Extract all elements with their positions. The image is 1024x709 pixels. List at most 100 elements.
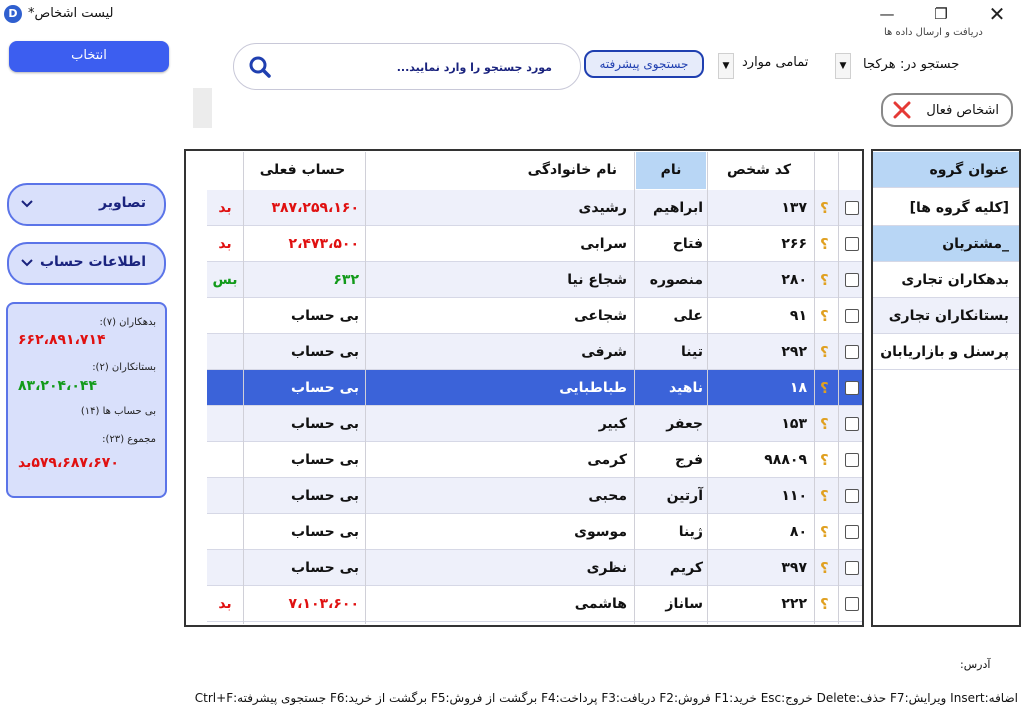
debtors-label: بدهکاران (۷): [99,317,156,328]
cell-first-name: تینا [681,344,703,360]
account-info-label: اطلاعات حساب [39,254,146,270]
group-item-staff-marketers[interactable]: پرسنل و بازاریابان [873,334,1019,370]
cell-last-name: موسوی [574,524,627,540]
images-expander[interactable]: تصاویر [7,183,166,226]
row-checkbox[interactable] [845,417,859,431]
minimize-icon[interactable]: — [864,0,910,30]
cell-first-name: فتاح [672,236,703,252]
table-row[interactable]: ۱۵۳ جعفر کبیر بی حساب ؟ [207,406,862,442]
row-checkbox[interactable] [845,273,859,287]
unknown-status-icon: ؟ [820,307,829,325]
chevron-down-icon [21,259,33,267]
unknown-status-icon: ؟ [820,379,829,397]
cell-balance: بی حساب [291,308,359,324]
table-row[interactable]: ۹۱ علی شجاعی بی حساب ؟ [207,298,862,334]
cell-status: بد [218,596,232,612]
unknown-status-icon: ؟ [820,199,829,217]
cell-last-name: هاشمی [574,596,627,612]
table-row[interactable]: ۱۱۰ آرتین محبی بی حساب ؟ [207,478,862,514]
row-checkbox[interactable] [845,201,859,215]
table-row[interactable]: ۸۰ ژینا موسوی بی حساب ؟ [207,514,862,550]
column-divider [243,152,244,624]
unknown-status-icon: ؟ [820,451,829,469]
group-item-trade-creditors[interactable]: بستانکاران تجاری [873,298,1019,334]
window-title: لیست اشخاص* [28,6,114,21]
row-checkbox[interactable] [845,525,859,539]
cell-balance: بی حساب [291,560,359,576]
cell-balance: ۶۳۲ [333,272,359,288]
row-checkbox[interactable] [845,453,859,467]
cell-code: ۱۵۳ [781,416,807,432]
row-checkbox[interactable] [845,597,859,611]
cell-status [207,550,243,586]
table-row[interactable]: ۲۹۲ تینا شرفی بی حساب ؟ [207,334,862,370]
cell-code: ۱۳۷ [781,200,807,216]
cell-balance: ۲،۴۷۳،۵۰۰ [288,236,359,252]
column-divider [365,152,366,624]
group-item-customers[interactable]: _مشتریان [873,226,1019,262]
cell-first-name: آرتین [666,488,703,504]
row-checkbox[interactable] [845,237,859,251]
row-checkbox[interactable] [845,309,859,323]
cell-code: ۲۸۰ [781,272,807,288]
unknown-status-icon: ؟ [820,415,829,433]
cell-code: ۱۱۰ [781,488,807,504]
no-account-label: بی حساب ها (۱۴) [80,406,156,417]
filter-select[interactable]: تمامی موارد [742,55,808,70]
cell-status [207,406,243,442]
sync-link[interactable]: دریافت و ارسال داده ها [884,27,983,38]
table-row[interactable]: ۲۲۲ ساناز هاشمی ۷،۱۰۳،۶۰۰ بد ؟ [207,586,862,622]
active-people-button[interactable]: اشخاص فعال [881,93,1013,127]
table-row[interactable]: ۱۸ ناهید طباطبایی بی حساب ؟ [207,370,862,406]
close-icon[interactable]: ✕ [974,0,1020,30]
row-checkbox[interactable] [845,345,859,359]
filter-dropdown-arrow-icon[interactable]: ▼ [718,53,734,79]
maximize-icon[interactable]: ❐ [918,0,964,30]
table-row[interactable]: ۱۳۷ ابراهیم رشیدی ۳۸۷،۲۵۹،۱۶۰ بد ؟ [207,190,862,226]
table-row[interactable]: ۲۸۰ منصوره شجاع نیا ۶۳۲ بس ؟ [207,262,862,298]
cell-code: ۹۸۸۰۹ [764,452,807,468]
search-icon[interactable] [248,55,272,79]
row-checkbox[interactable] [845,561,859,575]
cell-status: بد [218,236,232,252]
cell-status [207,334,243,370]
search-in-select[interactable]: هرکجا [863,57,896,72]
cell-balance: ۷،۱۰۳،۶۰۰ [288,596,359,612]
unknown-status-icon: ؟ [820,595,829,613]
table-row[interactable]: ۲۶۶ فتاح سرابی ۲،۴۷۳،۵۰۰ بد ؟ [207,226,862,262]
advanced-search-button[interactable]: جستجوی پیشرفته [584,50,704,78]
account-info-expander[interactable]: اطلاعات حساب [7,242,166,285]
column-header-balance[interactable]: حساب فعلی [245,152,360,189]
total-label: مجموع (۲۳): [102,434,156,445]
cell-status [207,478,243,514]
select-button[interactable]: انتخاب [9,41,169,72]
creditors-label: بستانکاران (۲): [92,362,156,373]
total-value: ۵۷۹،۶۸۷،۶۷۰بد [18,455,119,471]
groups-header: عنوان گروه [873,152,1019,188]
app-logo-icon: D [4,5,22,23]
cell-balance: بی حساب [291,416,359,432]
table-row[interactable]: ۹۸۸۰۹ فرج کرمی بی حساب ؟ [207,442,862,478]
column-header-code[interactable]: کد شخص [709,152,809,189]
search-input[interactable] [290,56,552,78]
row-checkbox[interactable] [845,489,859,503]
cell-status: بد [218,200,232,216]
search-in-dropdown-arrow-icon[interactable]: ▼ [835,53,851,79]
cell-first-name: علی [673,308,703,324]
cell-code: ۸۰ [789,524,807,540]
chevron-down-icon [21,200,33,208]
column-header-first-name[interactable]: نام [636,152,706,189]
cell-code: ۲۶۶ [781,236,807,252]
column-header-last-name[interactable]: نام خانوادگی [367,152,627,189]
cell-status [207,442,243,478]
search-box[interactable] [233,43,581,90]
table-row[interactable]: ۳۹۷ کریم نظری بی حساب ؟ [207,550,862,586]
cell-balance: بی حساب [291,380,359,396]
cell-code: ۱۸ [789,380,807,396]
active-people-label: اشخاص فعال [926,103,999,118]
cell-first-name: جعفر [666,416,703,432]
group-item-trade-debtors[interactable]: بدهکاران تجاری [873,262,1019,298]
row-checkbox[interactable] [845,381,859,395]
group-item-all[interactable]: [کلیه گروه ها] [873,190,1019,226]
cell-code: ۲۹۲ [781,344,807,360]
